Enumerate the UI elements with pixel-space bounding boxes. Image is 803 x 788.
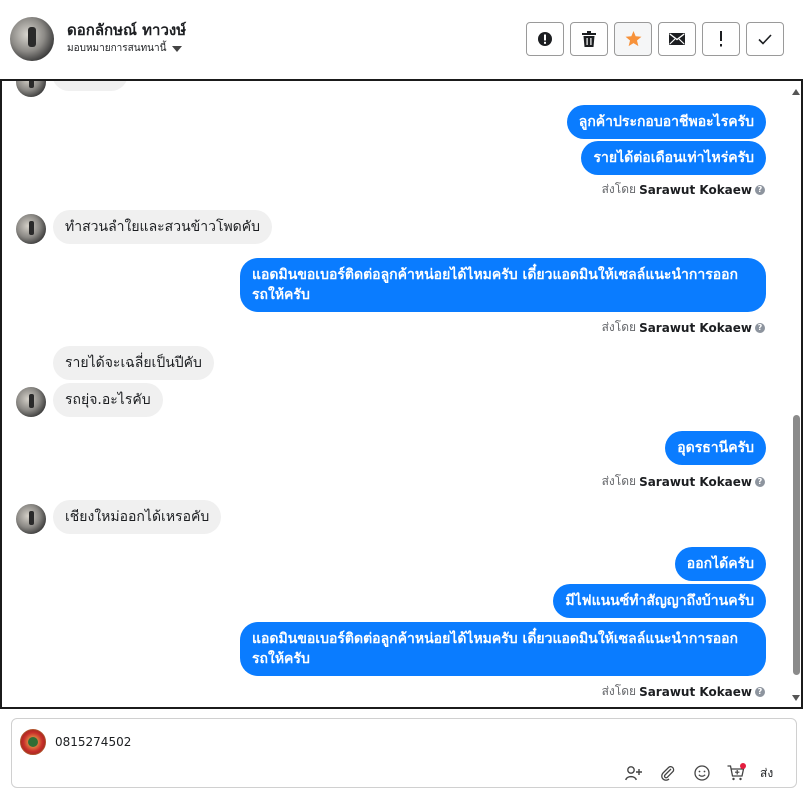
done-button[interactable] <box>746 22 784 56</box>
mark-spam-button[interactable] <box>526 22 564 56</box>
help-icon[interactable]: ? <box>755 686 765 697</box>
envelope-icon <box>669 33 685 45</box>
outgoing-message: มีไฟแนนซ์ทำสัญญาถึงบ้านครับ <box>553 584 766 618</box>
message-composer[interactable]: 0815274502 ส่ง <box>11 718 797 788</box>
outgoing-message: แอดมินขอเบอร์ติดต่อลูกค้าหน่อยได้ไหมครับ… <box>240 258 766 312</box>
agent-name[interactable]: Sarawut Kokaew <box>639 475 752 489</box>
sent-by-label: ส่งโดย Sarawut Kokaew ? <box>602 682 765 701</box>
sent-by-label: ส่งโดย Sarawut Kokaew ? <box>602 472 765 491</box>
outgoing-message: ออกได้ครับ <box>674 547 766 581</box>
scrollbar[interactable] <box>791 81 801 707</box>
add-contact-button[interactable] <box>624 763 644 783</box>
sent-by-prefix: ส่งโดย <box>601 684 637 698</box>
outgoing-message: แอดมินขอเบอร์ติดต่อลูกค้าหน่อยได้ไหมครับ… <box>240 622 766 676</box>
star-button[interactable] <box>614 22 652 56</box>
help-icon[interactable]: ? <box>755 476 765 487</box>
header-actions <box>526 22 784 56</box>
composer-input[interactable]: 0815274502 <box>55 735 131 749</box>
agent-name[interactable]: Sarawut Kokaew <box>639 685 752 699</box>
contact-avatar-small <box>16 81 46 97</box>
contact-name[interactable]: ดอกลักษณ์ ทาวงษ์ <box>67 18 186 42</box>
sent-by-prefix: ส่งโดย <box>601 320 637 334</box>
contact-avatar-small <box>16 214 46 244</box>
incoming-message: รายได้จะเฉลี่ยเป็นปีคับ <box>53 346 214 380</box>
scrollbar-thumb[interactable] <box>793 415 800 675</box>
caret-down-icon <box>172 45 183 52</box>
exclamation-icon <box>720 31 722 47</box>
shop-button[interactable] <box>726 763 746 783</box>
scroll-down-arrow-icon[interactable] <box>792 695 800 701</box>
agent-name[interactable]: Sarawut Kokaew <box>639 321 752 335</box>
sent-by-label: ส่งโดย Sarawut Kokaew ? <box>602 180 765 199</box>
composer-tools: ส่ง <box>624 763 773 783</box>
sent-by-prefix: ส่งโดย <box>601 474 637 488</box>
notification-dot <box>740 763 746 769</box>
person-plus-icon <box>625 766 642 781</box>
help-icon[interactable]: ? <box>755 184 765 195</box>
incoming-message: เชียงใหม่ออกได้เหรอคับ <box>53 500 222 534</box>
outgoing-message: อุดรธานีครับ <box>665 431 766 465</box>
outgoing-message: ลูกค้าประกอบอาชีพอะไรครับ <box>566 105 766 139</box>
partial-incoming-bubble <box>52 81 128 91</box>
agent-name[interactable]: Sarawut Kokaew <box>639 183 752 197</box>
alert-circle-icon <box>538 32 552 46</box>
help-icon[interactable]: ? <box>755 322 765 333</box>
assign-label: มอบหมายการสนทนานี้ <box>67 43 167 54</box>
sent-by-label: ส่งโดย Sarawut Kokaew ? <box>602 318 765 337</box>
contact-avatar[interactable] <box>10 17 54 61</box>
scroll-up-arrow-icon[interactable] <box>792 89 800 95</box>
check-icon <box>758 33 772 45</box>
message-thread[interactable]: ลูกค้าประกอบอาชีพอะไรครับ รายได้ต่อเดือน… <box>0 79 803 709</box>
send-button[interactable]: ส่ง <box>760 764 773 783</box>
page-avatar <box>20 729 46 755</box>
follow-up-button[interactable] <box>702 22 740 56</box>
assign-conversation-dropdown[interactable]: มอบหมายการสนทนานี้ <box>67 41 183 56</box>
trash-icon <box>582 31 596 47</box>
conversation-header: ดอกลักษณ์ ทาวงษ์ มอบหมายการสนทนานี้ <box>0 0 803 80</box>
sent-by-prefix: ส่งโดย <box>601 182 637 196</box>
incoming-message: ทำสวนลำใยและสวนข้าวโพดคับ <box>53 210 273 244</box>
emoji-button[interactable] <box>692 763 712 783</box>
attach-button[interactable] <box>658 763 678 783</box>
outgoing-message: รายได้ต่อเดือนเท่าไหร่ครับ <box>581 141 766 175</box>
contact-avatar-small <box>16 387 46 417</box>
paperclip-icon <box>661 766 675 781</box>
smiley-icon <box>694 765 710 781</box>
star-icon <box>625 31 641 47</box>
contact-avatar-small <box>16 504 46 534</box>
incoming-message: รถยุ่จ.อะไรคับ <box>53 383 163 417</box>
delete-button[interactable] <box>570 22 608 56</box>
mark-unread-button[interactable] <box>658 22 696 56</box>
